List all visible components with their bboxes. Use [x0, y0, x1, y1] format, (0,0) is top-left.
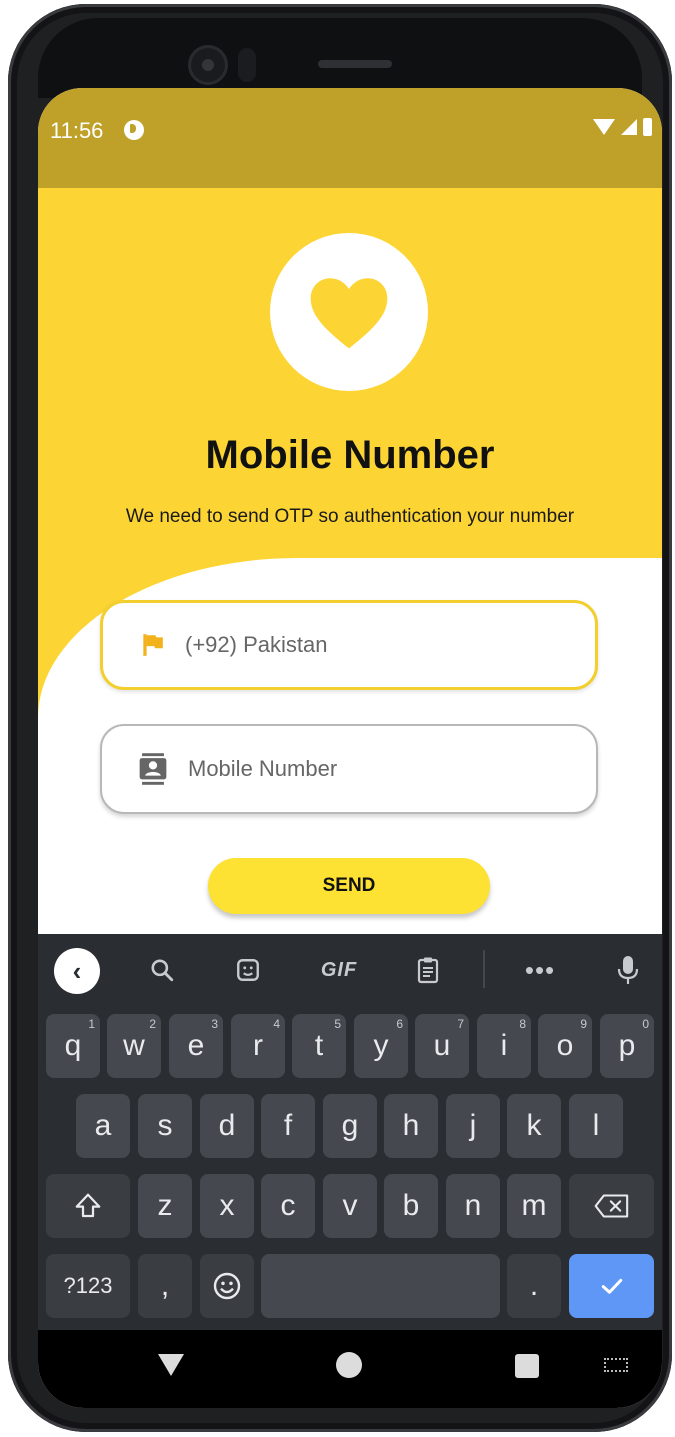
keyboard-back-icon[interactable]: ‹: [54, 948, 100, 994]
key-z[interactable]: z: [138, 1174, 192, 1238]
shift-key[interactable]: [46, 1174, 130, 1238]
page-subtitle: We need to send OTP so authentication yo…: [125, 506, 575, 527]
signal-icon: [621, 119, 637, 135]
key-label: u: [433, 1029, 451, 1062]
battery-icon: [643, 118, 652, 136]
key-k[interactable]: k: [507, 1094, 561, 1158]
key-i[interactable]: i8: [477, 1014, 531, 1078]
key-hint: 4: [273, 1017, 280, 1031]
clipboard-icon[interactable]: [408, 950, 448, 990]
front-camera: [191, 48, 225, 82]
phone-bezel-top: [38, 18, 642, 98]
key-label: e: [187, 1029, 205, 1062]
key-hint: 0: [642, 1017, 649, 1031]
backspace-icon: [594, 1194, 628, 1218]
space-key[interactable]: [261, 1254, 500, 1318]
nav-recents-icon[interactable]: [515, 1354, 539, 1378]
mobile-number-field[interactable]: [100, 724, 598, 814]
key-hint: 9: [580, 1017, 587, 1031]
emoji-icon: [213, 1272, 241, 1300]
key-h[interactable]: h: [384, 1094, 438, 1158]
key-hint: 7: [457, 1017, 464, 1031]
key-v[interactable]: v: [323, 1174, 377, 1238]
enter-key[interactable]: [569, 1254, 654, 1318]
more-options-icon[interactable]: •••: [518, 950, 562, 990]
page-title: Mobile Number: [205, 433, 495, 477]
toolbar-divider: [483, 950, 485, 988]
send-button[interactable]: SEND: [208, 858, 490, 914]
nav-back-icon[interactable]: [158, 1354, 184, 1376]
key-p[interactable]: p0: [600, 1014, 654, 1078]
key-l[interactable]: l: [569, 1094, 623, 1158]
country-input[interactable]: [185, 632, 565, 658]
key-label: i: [500, 1029, 508, 1062]
key-e[interactable]: e3: [169, 1014, 223, 1078]
key-label: p: [618, 1029, 636, 1062]
notification-app-icon: [124, 120, 144, 140]
status-bar: 11:56: [38, 88, 662, 188]
key-r[interactable]: r4: [231, 1014, 285, 1078]
key-label: t: [314, 1029, 324, 1062]
key-hint: 1: [88, 1017, 95, 1031]
key-o[interactable]: o9: [538, 1014, 592, 1078]
key-b[interactable]: b: [384, 1174, 438, 1238]
sticker-icon[interactable]: [228, 950, 268, 990]
country-field[interactable]: [100, 600, 598, 690]
keyboard-switch-icon[interactable]: [604, 1358, 628, 1372]
soft-keyboard: ‹ GIF ••• q1 w2 e3 r4 t5 y6 u7 i8 o9 p 0…: [38, 934, 662, 1330]
key-hint: 5: [334, 1017, 341, 1031]
key-g[interactable]: g: [323, 1094, 377, 1158]
search-icon[interactable]: [142, 950, 182, 990]
flag-icon: [143, 634, 163, 656]
key-n[interactable]: n: [446, 1174, 500, 1238]
heart-icon: [310, 278, 388, 349]
emoji-key[interactable]: [200, 1254, 254, 1318]
checkmark-icon: [601, 1278, 622, 1294]
app-screen: 11:56 Mobile Number We need to send OTP …: [38, 88, 662, 1408]
wifi-icon: [593, 119, 615, 135]
nav-home-icon[interactable]: [336, 1352, 362, 1378]
key-hint: 6: [396, 1017, 403, 1031]
key-f[interactable]: f: [261, 1094, 315, 1158]
status-time: 11:56: [50, 118, 104, 143]
key-a[interactable]: a: [76, 1094, 130, 1158]
key-hint: 2: [149, 1017, 156, 1031]
mobile-number-input[interactable]: [188, 756, 568, 782]
key-x[interactable]: x: [200, 1174, 254, 1238]
key-d[interactable]: d: [200, 1094, 254, 1158]
key-j[interactable]: j: [446, 1094, 500, 1158]
key-s[interactable]: s: [138, 1094, 192, 1158]
comma-key[interactable]: ,: [138, 1254, 192, 1318]
key-label: r: [253, 1029, 263, 1062]
key-label: y: [373, 1029, 389, 1062]
key-hint: 8: [519, 1017, 526, 1031]
shift-icon: [75, 1193, 101, 1218]
symbols-key[interactable]: ?123: [46, 1254, 130, 1318]
key-label: o: [556, 1029, 574, 1062]
keyboard-toolbar: ‹ GIF •••: [38, 934, 662, 1006]
key-w[interactable]: w2: [107, 1014, 161, 1078]
key-y[interactable]: y6: [354, 1014, 408, 1078]
key-label: w: [123, 1029, 145, 1062]
key-m[interactable]: m: [507, 1174, 561, 1238]
key-q[interactable]: q1: [46, 1014, 100, 1078]
gif-button[interactable]: GIF: [314, 950, 364, 990]
backspace-key[interactable]: [569, 1174, 654, 1238]
key-label: q: [64, 1029, 82, 1062]
key-u[interactable]: u7: [415, 1014, 469, 1078]
system-navigation-bar: [38, 1330, 662, 1408]
status-indicators: [593, 118, 652, 136]
earpiece-speaker: [318, 60, 392, 68]
proximity-sensor: [238, 48, 256, 82]
key-t[interactable]: t5: [292, 1014, 346, 1078]
app-logo: [270, 233, 428, 391]
period-key[interactable]: .: [507, 1254, 561, 1318]
contact-card-icon: [139, 753, 167, 785]
microphone-icon[interactable]: [608, 950, 648, 990]
key-c[interactable]: c: [261, 1174, 315, 1238]
key-hint: 3: [211, 1017, 218, 1031]
